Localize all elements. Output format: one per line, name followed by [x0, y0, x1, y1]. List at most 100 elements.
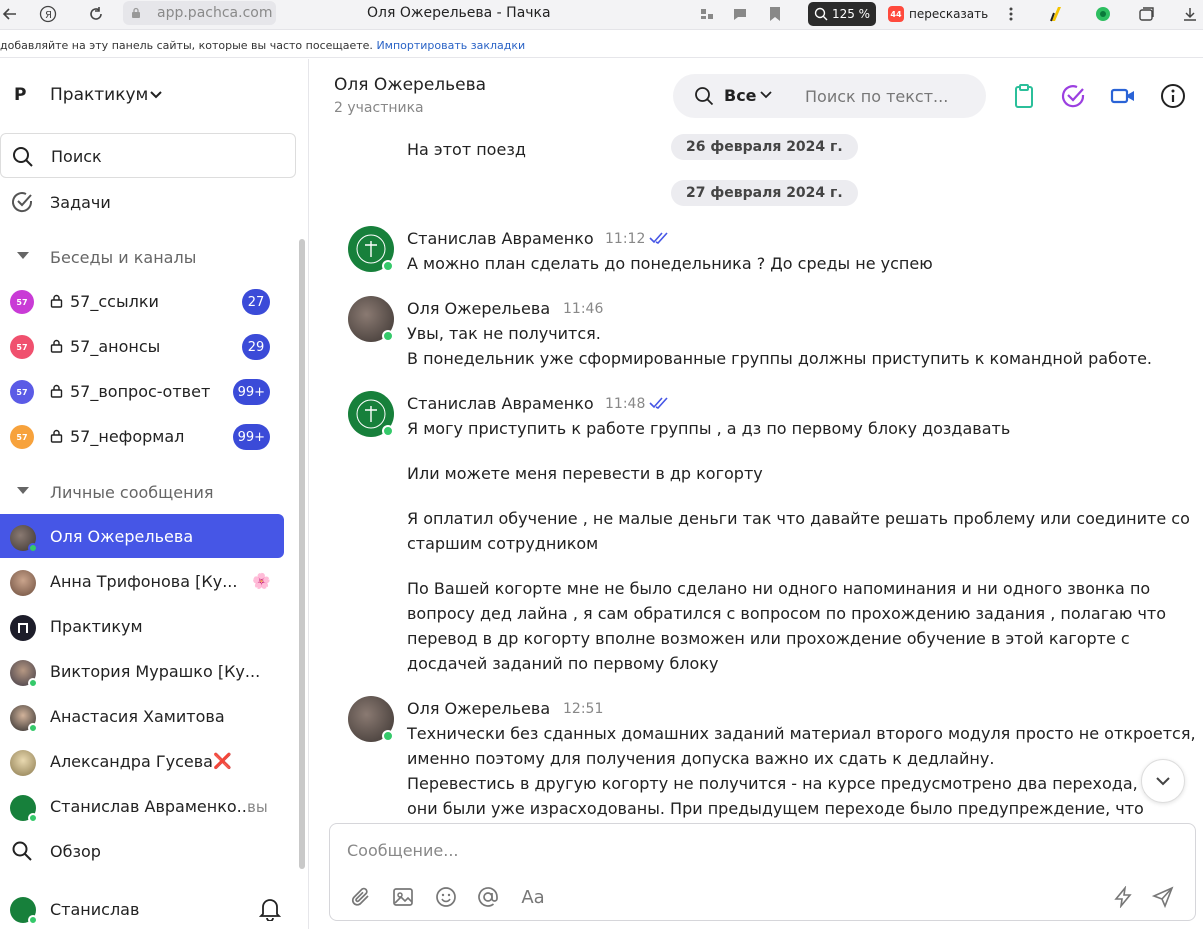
unread-badge: 27: [242, 289, 270, 315]
workspace-name[interactable]: Практикум: [50, 85, 148, 105]
summarize-label: пересказать: [909, 7, 989, 21]
message-text: По Вашей когорте мне не было сделано ни …: [407, 579, 1151, 598]
channels-section-header[interactable]: Беседы и каналы: [0, 244, 300, 270]
red-cross-icon: ❌: [213, 752, 232, 770]
image-icon[interactable]: [390, 884, 416, 910]
sidebar-dm-item[interactable]: Александра Гусева ❌: [0, 739, 284, 783]
bookmarks-prompt: добавляйте на эту панель сайты, которые …: [0, 39, 373, 52]
dm-name: Оля Ожерельева: [50, 527, 194, 546]
mention-icon[interactable]: [475, 884, 501, 910]
import-bookmarks-link[interactable]: Импортировать закладки: [376, 39, 525, 52]
online-indicator: [382, 425, 394, 437]
collections-icon[interactable]: [1137, 4, 1157, 24]
message-text: Перевестись в другую когорту не получитс…: [407, 774, 1167, 793]
search-icon: [13, 147, 33, 167]
evernote-icon[interactable]: [1093, 4, 1113, 24]
sidebar-dm-item[interactable]: Практикум: [0, 604, 284, 648]
message-author[interactable]: Оля Ожерельева: [407, 299, 550, 318]
chevron-down-icon: [1156, 777, 1170, 786]
sidebar-channel[interactable]: 57 57_ссылки 27: [0, 283, 300, 319]
double-check-icon: [649, 232, 668, 244]
sidebar: P Практикум Поиск Задачи Беседы и каналы…: [0, 59, 309, 929]
message-time: 11:12: [605, 231, 646, 247]
chevron-down-icon[interactable]: [149, 89, 163, 101]
lightning-icon[interactable]: [1110, 884, 1136, 910]
sidebar-dm-item[interactable]: Оля Ожерельева: [0, 514, 284, 558]
message-time: 11:48: [605, 396, 646, 412]
channel-avatar: 57: [10, 335, 34, 359]
message-text: досдачей заданий по первому блоку: [407, 654, 719, 673]
channel-avatar: 57: [10, 290, 34, 314]
sidebar-dm-item[interactable]: Анастасия Хамитова: [0, 694, 284, 738]
lock-icon: [50, 339, 63, 353]
dm-name: Станислав Авраменко...: [50, 797, 252, 816]
chat-title: Оля Ожерельева: [334, 75, 487, 95]
text-format-icon[interactable]: Aa: [518, 884, 548, 910]
more-vertical-icon[interactable]: [1001, 4, 1021, 24]
clipboard-icon[interactable]: [1010, 82, 1038, 110]
attach-icon[interactable]: [348, 884, 374, 910]
unread-badge: 29: [242, 334, 270, 360]
message-text: старшим сотрудником: [407, 534, 599, 553]
video-call-icon[interactable]: [1109, 82, 1137, 110]
dm-name: Виктория Мурашко [Ку...: [50, 662, 261, 681]
send-icon[interactable]: [1150, 884, 1176, 910]
download-icon[interactable]: [1180, 4, 1200, 24]
message-author[interactable]: Станислав Авраменко: [407, 394, 594, 413]
you-label: вы: [247, 798, 268, 816]
sidebar-item-label: Обзор: [50, 842, 101, 861]
info-icon[interactable]: [1159, 82, 1187, 110]
back-arrow-icon[interactable]: [0, 4, 20, 24]
zoom-indicator[interactable]: 125 %: [808, 2, 876, 26]
message-text: Увы, так не получится.: [407, 324, 601, 343]
scroll-to-bottom-button[interactable]: [1141, 759, 1185, 803]
sidebar-item-overview[interactable]: Обзор: [0, 833, 300, 869]
lock-icon: [50, 294, 63, 308]
sidebar-channel[interactable]: 57 57_неформал 99+: [0, 418, 300, 454]
search-filter-select[interactable]: Все: [724, 86, 757, 105]
sidebar-channel[interactable]: 57 57_анонсы 29: [0, 328, 300, 364]
date-separator: 26 февраля 2024 г.: [671, 134, 858, 160]
browser-toolbar: Я app.pachca.com Оля Ожерельева - Пачка …: [0, 0, 1203, 30]
address-text[interactable]: app.pachca.com: [157, 5, 272, 21]
flower-emoji-icon: 🌸: [252, 572, 271, 590]
yandex-icon[interactable]: Я: [38, 4, 58, 24]
online-indicator: [28, 723, 38, 733]
channel-avatar: 57: [10, 380, 34, 404]
sidebar-search-label: Поиск: [51, 147, 102, 166]
bookmark-icon[interactable]: [765, 4, 785, 24]
online-indicator: [28, 543, 38, 553]
sidebar-search[interactable]: Поиск: [0, 133, 296, 178]
message-input[interactable]: [347, 841, 1167, 867]
message-author[interactable]: Станислав Авраменко: [407, 229, 594, 248]
chat-search-input[interactable]: [805, 84, 975, 108]
chevron-down-icon[interactable]: [760, 90, 772, 100]
tasks-check-icon[interactable]: [1059, 82, 1087, 110]
message-text: они были уже израсходованы. При предыдущ…: [407, 799, 1144, 818]
chat-bubble-icon[interactable]: [730, 4, 750, 24]
yandex-ext-icon[interactable]: [1046, 4, 1066, 24]
message-author[interactable]: Оля Ожерельева: [407, 699, 550, 718]
sidebar-item-tasks[interactable]: Задачи: [0, 187, 300, 217]
bell-icon[interactable]: [259, 897, 281, 921]
sidebar-dm-item[interactable]: Виктория Мурашко [Ку...: [0, 649, 284, 693]
summarize-badge: 44: [888, 6, 904, 22]
channel-name: 57_вопрос-ответ: [70, 382, 211, 401]
sidebar-scrollbar[interactable]: [299, 239, 305, 869]
svg-text:Я: Я: [45, 10, 52, 21]
dm-section-header[interactable]: Личные сообщения: [0, 479, 300, 505]
emoji-icon[interactable]: [433, 884, 459, 910]
message-text: А можно план сделать до понедельника ? Д…: [407, 254, 933, 273]
summarize-button[interactable]: 44 пересказать: [888, 4, 988, 24]
chat-participants[interactable]: 2 участника: [334, 100, 424, 116]
message-time: 12:51: [563, 701, 604, 717]
workspace-logo[interactable]: P: [14, 85, 26, 105]
current-user[interactable]: Станислав: [0, 891, 300, 929]
sidebar-dm-item[interactable]: Анна Трифонова [Ку... 🌸: [0, 559, 284, 603]
sidebar-dm-item[interactable]: Станислав Авраменко... вы: [0, 784, 284, 828]
extension-icon[interactable]: [697, 4, 717, 24]
sidebar-channel[interactable]: 57 57_вопрос-ответ 99+: [0, 373, 300, 409]
message-list[interactable]: На этот поезд 26 февраля 2024 г. 27 февр…: [310, 128, 1203, 820]
channel-name: 57_ссылки: [70, 292, 159, 311]
reload-icon[interactable]: [86, 4, 106, 24]
